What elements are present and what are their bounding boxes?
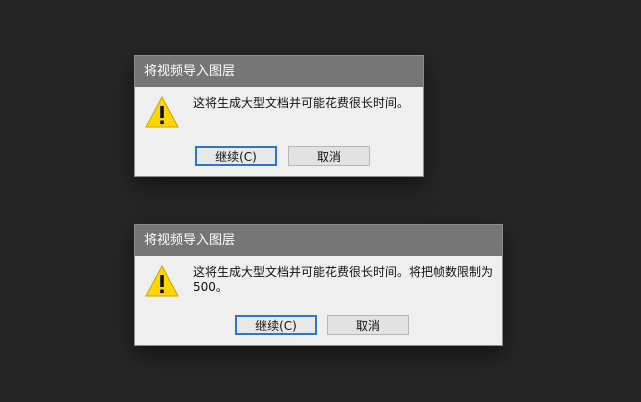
- dialog-title: 将视频导入图层: [135, 225, 502, 256]
- import-video-dialog-2: 将视频导入图层 这将生成大型文档并可能花费很长时间。将把帧数限制为 500。 继…: [134, 224, 503, 346]
- dialog-title: 将视频导入图层: [135, 56, 423, 87]
- continue-button[interactable]: 继续(C): [195, 146, 277, 166]
- warning-icon: [145, 265, 179, 297]
- continue-button[interactable]: 继续(C): [235, 315, 317, 335]
- cancel-button[interactable]: 取消: [288, 146, 370, 166]
- dialog-message: 这将生成大型文档并可能花费很长时间。将把帧数限制为 500。: [193, 265, 494, 294]
- warning-icon: [145, 96, 179, 128]
- import-video-dialog-1: 将视频导入图层 这将生成大型文档并可能花费很长时间。 继续(C) 取消: [134, 55, 424, 177]
- dialog-message: 这将生成大型文档并可能花费很长时间。: [193, 96, 410, 110]
- cancel-button[interactable]: 取消: [327, 315, 409, 335]
